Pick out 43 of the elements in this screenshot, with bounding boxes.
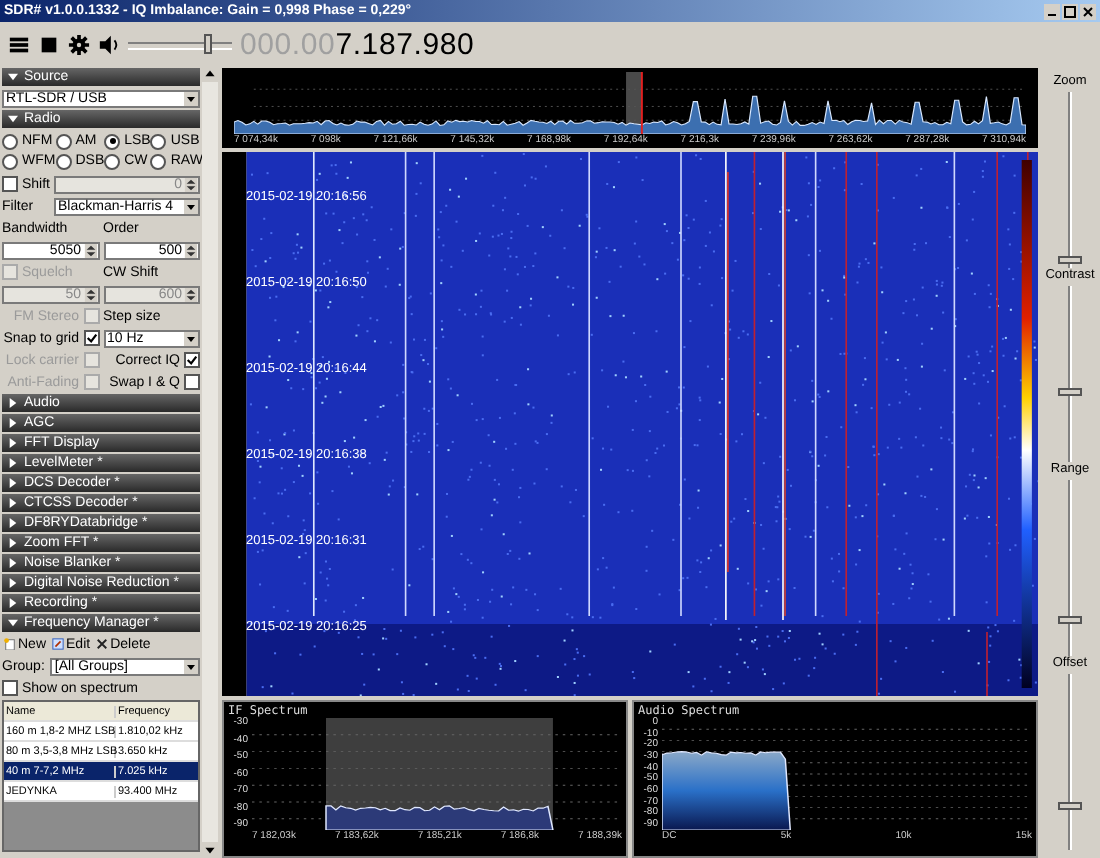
radio-button[interactable] (104, 133, 121, 149)
checkbox[interactable] (83, 330, 99, 346)
checkbox[interactable] (2, 176, 18, 192)
edit-icon (52, 638, 65, 650)
menu-icon[interactable] (8, 33, 30, 55)
slider-thumb[interactable] (1058, 255, 1082, 264)
radio-button[interactable] (150, 153, 167, 169)
scrollbar[interactable] (202, 66, 218, 858)
slider-thumb[interactable] (204, 34, 213, 54)
delete-icon (96, 638, 109, 650)
settings-icon[interactable] (68, 33, 90, 55)
vertical-slider[interactable] (1058, 286, 1082, 462)
radio-button[interactable] (150, 133, 167, 149)
dropdown-arrow-icon[interactable] (184, 331, 198, 345)
expand-arrow-icon (8, 114, 18, 124)
scroll-up-icon[interactable] (202, 66, 218, 82)
radio-button[interactable] (55, 133, 72, 149)
maximize-icon[interactable] (1062, 3, 1078, 19)
speaker-icon[interactable] (98, 33, 120, 55)
volume-slider[interactable] (128, 32, 232, 56)
radio-button[interactable] (2, 153, 18, 169)
spin-arrows-icon[interactable] (83, 243, 97, 257)
slider-thumb[interactable] (1058, 616, 1082, 625)
checkbox[interactable] (2, 680, 18, 696)
expand-arrow-icon (8, 72, 18, 82)
radio-button[interactable] (55, 153, 72, 169)
vertical-slider[interactable] (1058, 480, 1082, 656)
scroll-down-icon[interactable] (202, 842, 218, 858)
checkbox[interactable] (184, 374, 200, 390)
dropdown-arrow-icon[interactable] (184, 199, 198, 213)
slider-thumb[interactable] (1058, 802, 1082, 810)
radio-button[interactable] (2, 133, 18, 149)
minimize-icon[interactable] (1044, 3, 1060, 19)
dropdown-arrow-icon[interactable] (184, 659, 198, 673)
close-icon[interactable] (1080, 3, 1096, 19)
slider-thumb[interactable] (1058, 387, 1082, 396)
vertical-slider[interactable] (1058, 92, 1082, 268)
dropdown-arrow-icon[interactable] (184, 91, 198, 105)
vertical-slider[interactable] (1058, 674, 1082, 850)
checkbox[interactable] (184, 352, 200, 368)
spin-arrows-icon[interactable] (184, 243, 198, 257)
radio-button[interactable] (104, 153, 121, 169)
stop-icon[interactable] (38, 33, 60, 55)
